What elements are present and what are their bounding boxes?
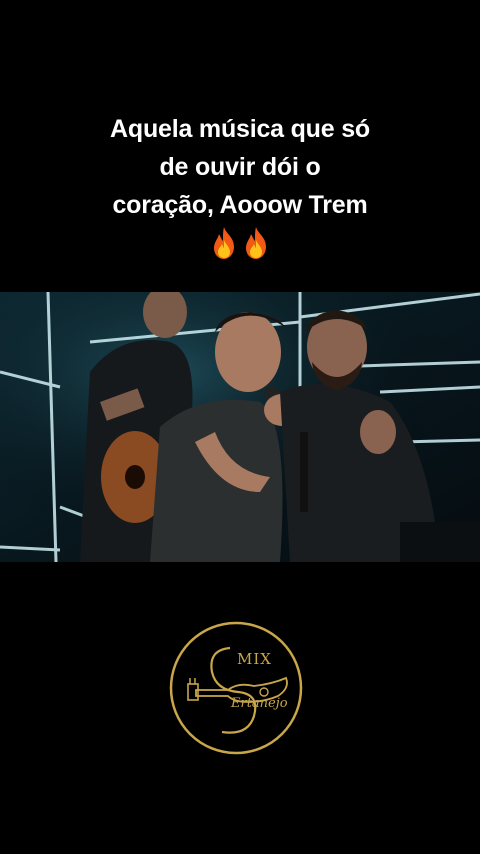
fire-icon bbox=[214, 227, 234, 259]
stage-equipment bbox=[400, 522, 480, 562]
caption-line-3: coração, Aooow Trem bbox=[112, 191, 368, 219]
logo-ertanejo-text: Ertanejo bbox=[231, 696, 288, 711]
logo-badge bbox=[169, 621, 303, 755]
emoji-row bbox=[0, 226, 480, 262]
video-frame[interactable] bbox=[0, 292, 480, 562]
caption-line-1: Aquela música que só bbox=[110, 115, 370, 143]
fire-icon bbox=[246, 227, 266, 259]
caption: Aquela música que só de ouvir dói o cora… bbox=[40, 110, 440, 224]
caption-line-2: de ouvir dói o bbox=[159, 153, 321, 181]
concert-scene bbox=[0, 292, 480, 562]
logo-mix-text: MIX bbox=[237, 650, 272, 668]
